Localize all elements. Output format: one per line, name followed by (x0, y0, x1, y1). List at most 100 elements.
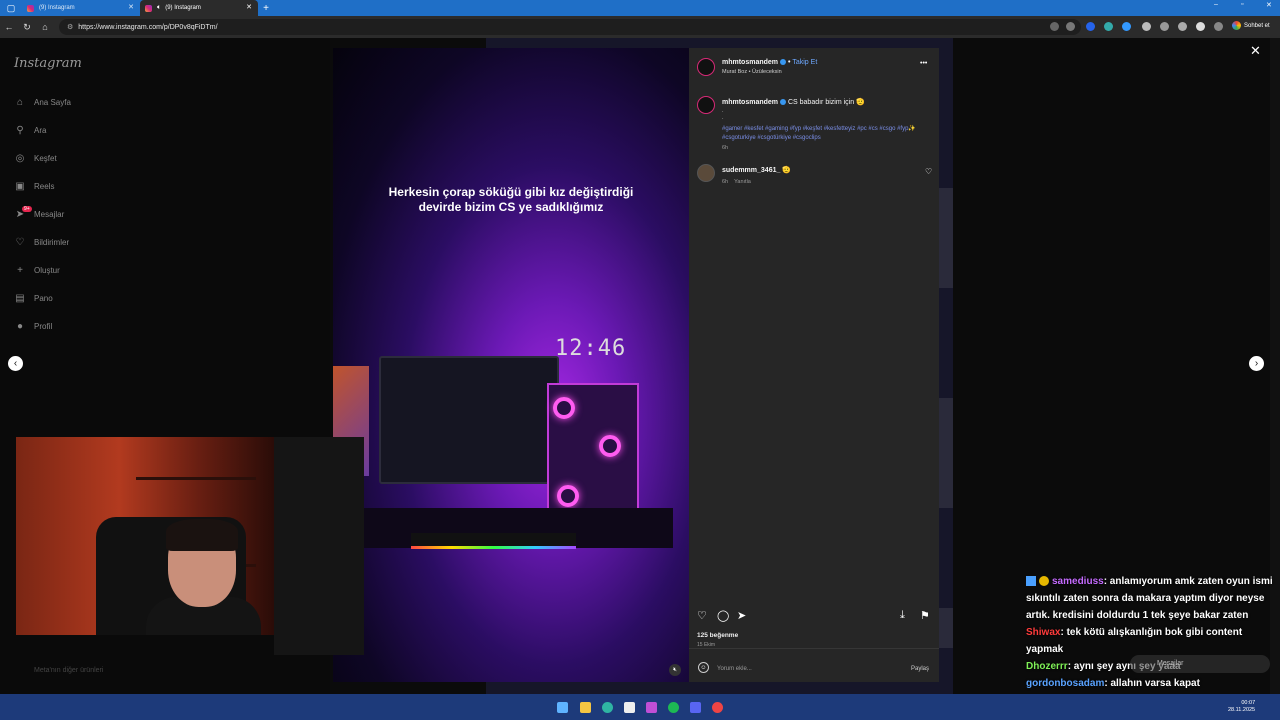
author-avatar[interactable] (697, 58, 715, 76)
sidebar-item-create[interactable]: + Oluştur (14, 265, 60, 276)
copilot-chat-button[interactable]: Sohbet et (1232, 21, 1270, 30)
favorites-icon[interactable] (1178, 22, 1187, 31)
reel-video[interactable]: 12:46 Herkesin çorap söküğü gibi kız değ… (333, 48, 689, 682)
app-icon[interactable] (712, 702, 723, 713)
follow-button[interactable]: Takip Et (792, 59, 817, 66)
minimize-icon[interactable]: – (1214, 1, 1218, 8)
bookmark-star-icon[interactable] (1066, 22, 1075, 31)
like-count[interactable]: 125 beğenme (697, 632, 738, 639)
emoji-icon[interactable]: ☺ (698, 662, 709, 673)
chat-message: gordonbosadam: allahın varsa kapat (1026, 678, 1200, 689)
streamer-hair (166, 519, 238, 551)
badge-icon (1039, 576, 1049, 587)
new-tab-icon[interactable]: + (258, 3, 274, 14)
sidebar-item-profile[interactable]: ● Profil (14, 321, 52, 332)
caption-dot: . (722, 115, 724, 121)
rgb-fan (557, 485, 579, 507)
copilot-icon (1232, 21, 1241, 30)
more-options-icon[interactable]: ••• (920, 60, 927, 67)
share-send-icon[interactable]: ➤ (737, 609, 746, 622)
audio-track[interactable]: Murat Boz • Üzüleceksin (722, 69, 782, 75)
rgb-fan (553, 397, 575, 419)
windows-start-icon[interactable] (557, 702, 568, 713)
messages-badge: 9+ (22, 206, 32, 212)
address-bar[interactable]: ⚙ https://www.instagram.com/p/DP0v8qFiDT… (59, 19, 1081, 35)
edge-browser-icon[interactable] (602, 702, 613, 713)
extension-icon[interactable] (1122, 22, 1131, 31)
tab-title: (9) Instagram (39, 5, 75, 11)
comment-input[interactable]: Yorum ekle... (717, 666, 752, 672)
caption-username[interactable]: mhmtosmandem (722, 99, 778, 106)
heart-icon: ♡ (15, 237, 25, 248)
desktop: ▢ (9) Instagram ✕ 🔈︎ (9) Instagram ✕ + –… (0, 0, 1280, 720)
close-tab-icon[interactable]: ✕ (128, 3, 134, 11)
split-screen-icon[interactable] (1160, 22, 1169, 31)
file-explorer-icon[interactable] (580, 702, 591, 713)
post-comment-button[interactable]: Paylaş (911, 666, 929, 672)
app-icon[interactable] (624, 702, 635, 713)
close-tab-icon[interactable]: ✕ (246, 3, 252, 11)
more-menu-icon[interactable] (1214, 22, 1223, 31)
comment-username[interactable]: sudemmm_3461_ 🫡 (722, 166, 791, 174)
profile-avatar-icon[interactable] (1196, 22, 1205, 31)
previous-arrow-icon[interactable]: ‹ (8, 356, 23, 371)
monitor (379, 356, 559, 484)
browser-tab-2[interactable]: 🔈︎ (9) Instagram ✕ (140, 0, 258, 16)
instagram-logo[interactable]: Instagram (14, 56, 82, 71)
sidebar-item-dashboard[interactable]: ▤ Pano (14, 293, 52, 304)
close-window-icon[interactable]: ✕ (1266, 1, 1272, 9)
meta-products-link[interactable]: Meta'nın diğer ürünleri (34, 667, 103, 674)
desk-clock: 12:46 (555, 336, 627, 361)
sidebar-item-home[interactable]: ⌂ Ana Sayfa (14, 97, 71, 108)
mute-icon[interactable]: 🔇︎ (669, 664, 681, 676)
messages-pill[interactable]: Mesajlar (1130, 655, 1270, 673)
extensions-puzzle-icon[interactable] (1142, 22, 1151, 31)
sidebar-item-explore[interactable]: ◎ Keşfet (14, 153, 57, 164)
next-arrow-icon[interactable]: › (1249, 356, 1264, 371)
extension-icon[interactable] (1086, 22, 1095, 31)
sidebar-item-messages[interactable]: ➤ 9+ Mesajlar (14, 206, 64, 220)
comment-like-heart-icon[interactable]: ♡ (925, 167, 932, 176)
dashboard-icon: ▤ (15, 293, 25, 304)
restore-icon[interactable]: ▫ (1241, 1, 1243, 8)
rgb-fan (599, 435, 621, 457)
browser-tab-1[interactable]: (9) Instagram ✕ (22, 0, 140, 16)
download-icon[interactable]: ⤓ (900, 609, 905, 622)
window-menu-icon[interactable]: ▢ (0, 0, 22, 16)
author-header: mhmtosmandem • Takip Et (722, 59, 818, 66)
commenter-avatar[interactable] (697, 164, 715, 182)
comment-bubble-icon[interactable]: ◯ (717, 609, 729, 622)
sidebar-item-search[interactable]: ⚲ Ara (14, 125, 46, 136)
save-bookmark-icon[interactable]: ⚑ (920, 609, 930, 622)
refresh-icon[interactable]: ↻ (18, 22, 36, 33)
clock[interactable]: 00:07 28.11.2025 (1228, 700, 1255, 714)
webcam-background (274, 437, 364, 655)
stream-chat: samediuss: anlamıyorum amk zaten oyun is… (1026, 573, 1280, 692)
sidebar-item-reels[interactable]: ▣ Reels (14, 181, 54, 192)
spotify-icon[interactable] (668, 702, 679, 713)
chat-message: Shiwax: tek kötü alışkanlığın bok gibi c… (1026, 627, 1243, 655)
caption-dot: . (722, 108, 724, 114)
comment-meta: 6h Yanıtla (722, 179, 751, 185)
author-avatar[interactable] (697, 96, 715, 114)
caption-time: 6h (722, 145, 729, 151)
reply-link[interactable]: Yanıtla (734, 179, 751, 185)
site-info-icon[interactable]: ⚙ (67, 23, 73, 31)
app-icon[interactable] (646, 702, 657, 713)
extension-icon[interactable] (1104, 22, 1113, 31)
speaker-icon[interactable]: 🔈︎ (157, 4, 161, 12)
home-icon[interactable]: ⌂ (36, 22, 54, 32)
translate-icon[interactable] (1050, 22, 1059, 31)
compass-icon: ◎ (15, 153, 25, 164)
hashtags[interactable]: #gamer #kesfet #gaming #fyp #keşfet #kes… (722, 125, 932, 143)
author-username[interactable]: mhmtosmandem (722, 59, 778, 66)
discord-icon[interactable] (690, 702, 701, 713)
badge-icon (1026, 576, 1036, 587)
back-icon[interactable]: ← (0, 22, 18, 32)
tab-title: (9) Instagram (165, 5, 201, 11)
like-heart-icon[interactable]: ♡ (697, 609, 707, 622)
home-icon: ⌂ (16, 97, 24, 108)
close-icon[interactable]: ✕ (1250, 43, 1261, 59)
url-text: https://www.instagram.com/p/DP0v8qFiDTm/ (78, 23, 218, 31)
sidebar-item-notifications[interactable]: ♡ Bildirimler (14, 237, 70, 248)
